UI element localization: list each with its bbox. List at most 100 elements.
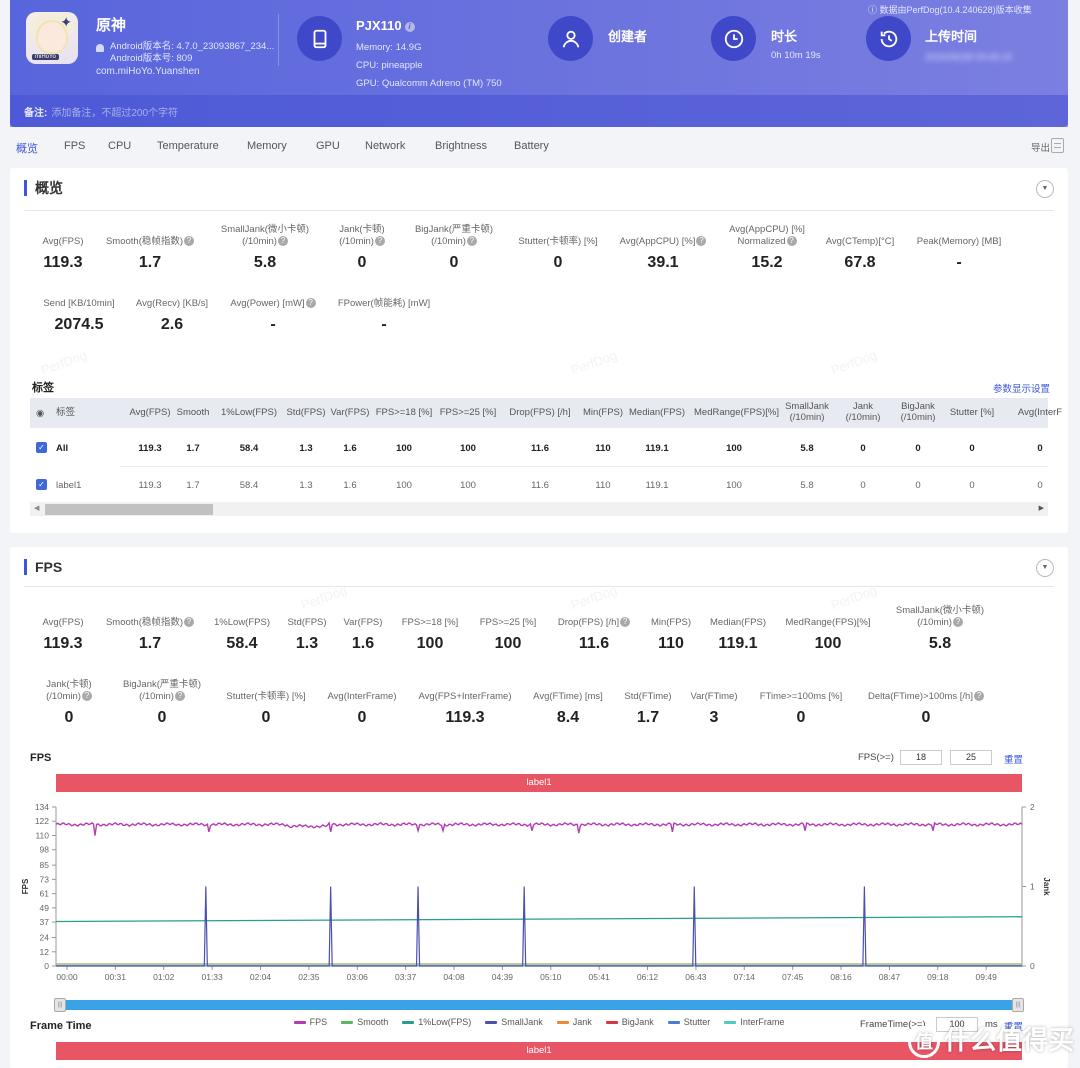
x-tick-label: 02:04 bbox=[250, 972, 272, 982]
x-tick-label: 08:47 bbox=[879, 972, 901, 982]
scroll-left-icon[interactable]: ◀ bbox=[34, 504, 39, 512]
help-icon[interactable]: ? bbox=[174, 691, 185, 702]
help-icon[interactable]: ? bbox=[952, 617, 963, 628]
frametime-label-bar[interactable]: label1 bbox=[56, 1042, 1022, 1060]
metric-value: 0 bbox=[449, 254, 459, 271]
creator-title: 创建者 bbox=[608, 29, 648, 44]
legend-item[interactable]: FPS bbox=[293, 1017, 327, 1027]
horizontal-scrollbar[interactable]: ◀ ▶ bbox=[30, 502, 1048, 516]
fps-threshold-input-1[interactable]: 18 bbox=[900, 750, 942, 765]
collapse-overview-button[interactable]: ▼ bbox=[1036, 180, 1054, 198]
column-header[interactable]: Avg(InterF bbox=[1000, 407, 1080, 418]
x-tick-label: 03:37 bbox=[395, 972, 417, 982]
tab-cpu[interactable]: CPU bbox=[108, 140, 131, 152]
table-cell: 119.1 bbox=[645, 480, 669, 491]
app-name: 原神 bbox=[96, 17, 127, 34]
tab-overview[interactable]: 概览 bbox=[16, 140, 38, 156]
table-cell: 100 bbox=[460, 480, 476, 491]
table-row-all: ✓ All 119.3 1.7 58.4 1.3 1.6 100 100 11.6 110 119.… bbox=[30, 430, 1048, 467]
metric-label-line: Avg(FPS+InterFrame) bbox=[418, 691, 512, 702]
help-icon[interactable]: ? bbox=[466, 236, 477, 247]
star-icon: ✦ bbox=[60, 14, 72, 30]
table-header: ◉ 标签 Avg(FPS) Smooth 1%Low(FPS) Std(FPS) Var(… bbox=[30, 398, 1062, 428]
export-button[interactable]: 导出 bbox=[1031, 140, 1050, 154]
collapse-fps-button[interactable]: ▼ bbox=[1036, 559, 1054, 577]
legend-swatch bbox=[556, 1021, 569, 1025]
help-icon[interactable]: ? bbox=[374, 236, 385, 247]
tab-fps[interactable]: FPS bbox=[64, 140, 85, 152]
android-icon bbox=[96, 44, 104, 52]
metric-label-line: (/10min) bbox=[242, 236, 277, 247]
y-tick-label: 0 bbox=[44, 961, 49, 971]
metric-value: 0 bbox=[357, 709, 367, 726]
info-icon[interactable]: i bbox=[404, 21, 415, 32]
legend-swatch bbox=[485, 1021, 498, 1025]
y2-axis-label: Jank bbox=[1042, 877, 1051, 896]
tab-brightness[interactable]: Brightness bbox=[435, 140, 487, 152]
legend-item[interactable]: Smooth bbox=[341, 1017, 388, 1027]
metric-label-line: Avg(FPS) bbox=[42, 617, 84, 628]
legend-item[interactable]: 1%Low(FPS) bbox=[402, 1017, 471, 1027]
column-header[interactable]: Median(FPS) bbox=[617, 407, 697, 418]
metric-label: MedRange(FPS)[%] bbox=[768, 617, 888, 629]
scrollbar-thumb[interactable] bbox=[45, 504, 213, 515]
note-input[interactable]: 添加备注，不超过200个字符 bbox=[51, 104, 178, 119]
label-bar[interactable]: label1 bbox=[56, 774, 1022, 792]
metric-label: Stutter(卡顿率) [%] bbox=[498, 236, 618, 248]
fps-reset-link[interactable]: 重置 bbox=[1004, 752, 1023, 766]
fps-chart-title: FPS bbox=[30, 752, 52, 764]
duration-value: 0h 10m 19s bbox=[771, 50, 821, 61]
note-bar[interactable]: 备注: 添加备注，不超过200个字符 bbox=[10, 95, 1068, 127]
metric-label: Avg(FPS+InterFrame) bbox=[405, 691, 525, 703]
time-range-slider[interactable]: ||| ||| bbox=[54, 998, 1024, 1012]
legend-item[interactable]: SmallJank bbox=[485, 1017, 543, 1027]
legend-item[interactable]: Stutter bbox=[667, 1017, 710, 1027]
legend-item[interactable]: BigJank bbox=[605, 1017, 654, 1027]
divider bbox=[24, 210, 1054, 211]
metric-value: 0 bbox=[796, 709, 806, 726]
tab-memory[interactable]: Memory bbox=[247, 140, 287, 152]
metric-label-line: Avg(Power) [mW] bbox=[230, 298, 305, 309]
export-icon[interactable] bbox=[1051, 138, 1064, 153]
column-header[interactable]: MedRange(FPS)[%] bbox=[694, 407, 779, 418]
slider-handle-left[interactable]: ||| bbox=[54, 998, 66, 1012]
help-icon[interactable]: ? bbox=[184, 236, 195, 247]
metric-value: 100 bbox=[814, 635, 842, 652]
device-icon bbox=[297, 16, 342, 61]
x-tick-label: 07:45 bbox=[782, 972, 804, 982]
metric-label-line: (/10min) bbox=[917, 617, 952, 628]
column-header[interactable]: FPS>=25 [%] bbox=[428, 407, 508, 418]
tab-gpu[interactable]: GPU bbox=[316, 140, 340, 152]
metric: MedRange(FPS)[%] 100 bbox=[768, 617, 888, 653]
metric-label-line: Jank(卡顿) bbox=[46, 679, 92, 690]
fps-chart[interactable]: 01224374961738598110122134012FPS Jank00:0… bbox=[10, 797, 1068, 997]
metric-label-line: Stutter(卡顿率) [%] bbox=[226, 691, 306, 702]
help-icon[interactable]: ? bbox=[786, 236, 797, 247]
param-settings-link[interactable]: 参数显示设置 bbox=[993, 381, 1050, 395]
column-header[interactable]: 标签 bbox=[56, 407, 75, 418]
metric-value: - bbox=[270, 316, 276, 333]
legend-item[interactable]: InterFrame bbox=[724, 1017, 784, 1027]
slider-handle-right[interactable]: ||| bbox=[1012, 998, 1024, 1012]
metric-label-line: Smooth(稳帧指数) bbox=[105, 236, 184, 247]
help-icon[interactable]: ? bbox=[277, 236, 288, 247]
help-icon[interactable]: ? bbox=[305, 298, 316, 309]
row-checkbox[interactable]: ✓ bbox=[36, 442, 47, 453]
metric: Stutter(卡顿率) [%] 0 bbox=[498, 236, 618, 272]
tab-battery[interactable]: Battery bbox=[514, 140, 549, 152]
legend-item[interactable]: Jank bbox=[556, 1017, 592, 1027]
eye-icon[interactable]: ◉ bbox=[36, 408, 44, 419]
row-checkbox[interactable]: ✓ bbox=[36, 479, 47, 490]
help-icon[interactable]: ? bbox=[696, 236, 707, 247]
x-tick-label: 01:02 bbox=[153, 972, 175, 982]
fps-threshold-input-2[interactable]: 25 bbox=[950, 750, 992, 765]
metric-label: SmallJank(微小卡顿) (/10min)? bbox=[880, 605, 1000, 629]
help-icon[interactable]: ? bbox=[81, 691, 92, 702]
help-icon[interactable]: ? bbox=[973, 691, 984, 702]
scroll-right-icon[interactable]: ▶ bbox=[1039, 504, 1044, 512]
series-1pct-low bbox=[55, 916, 1023, 923]
metric-label-line: Avg(FPS) bbox=[42, 236, 84, 247]
tab-network[interactable]: Network bbox=[365, 140, 405, 152]
metric-label-line: BigJank(严重卡顿) bbox=[414, 224, 494, 235]
tab-temperature[interactable]: Temperature bbox=[157, 140, 219, 152]
